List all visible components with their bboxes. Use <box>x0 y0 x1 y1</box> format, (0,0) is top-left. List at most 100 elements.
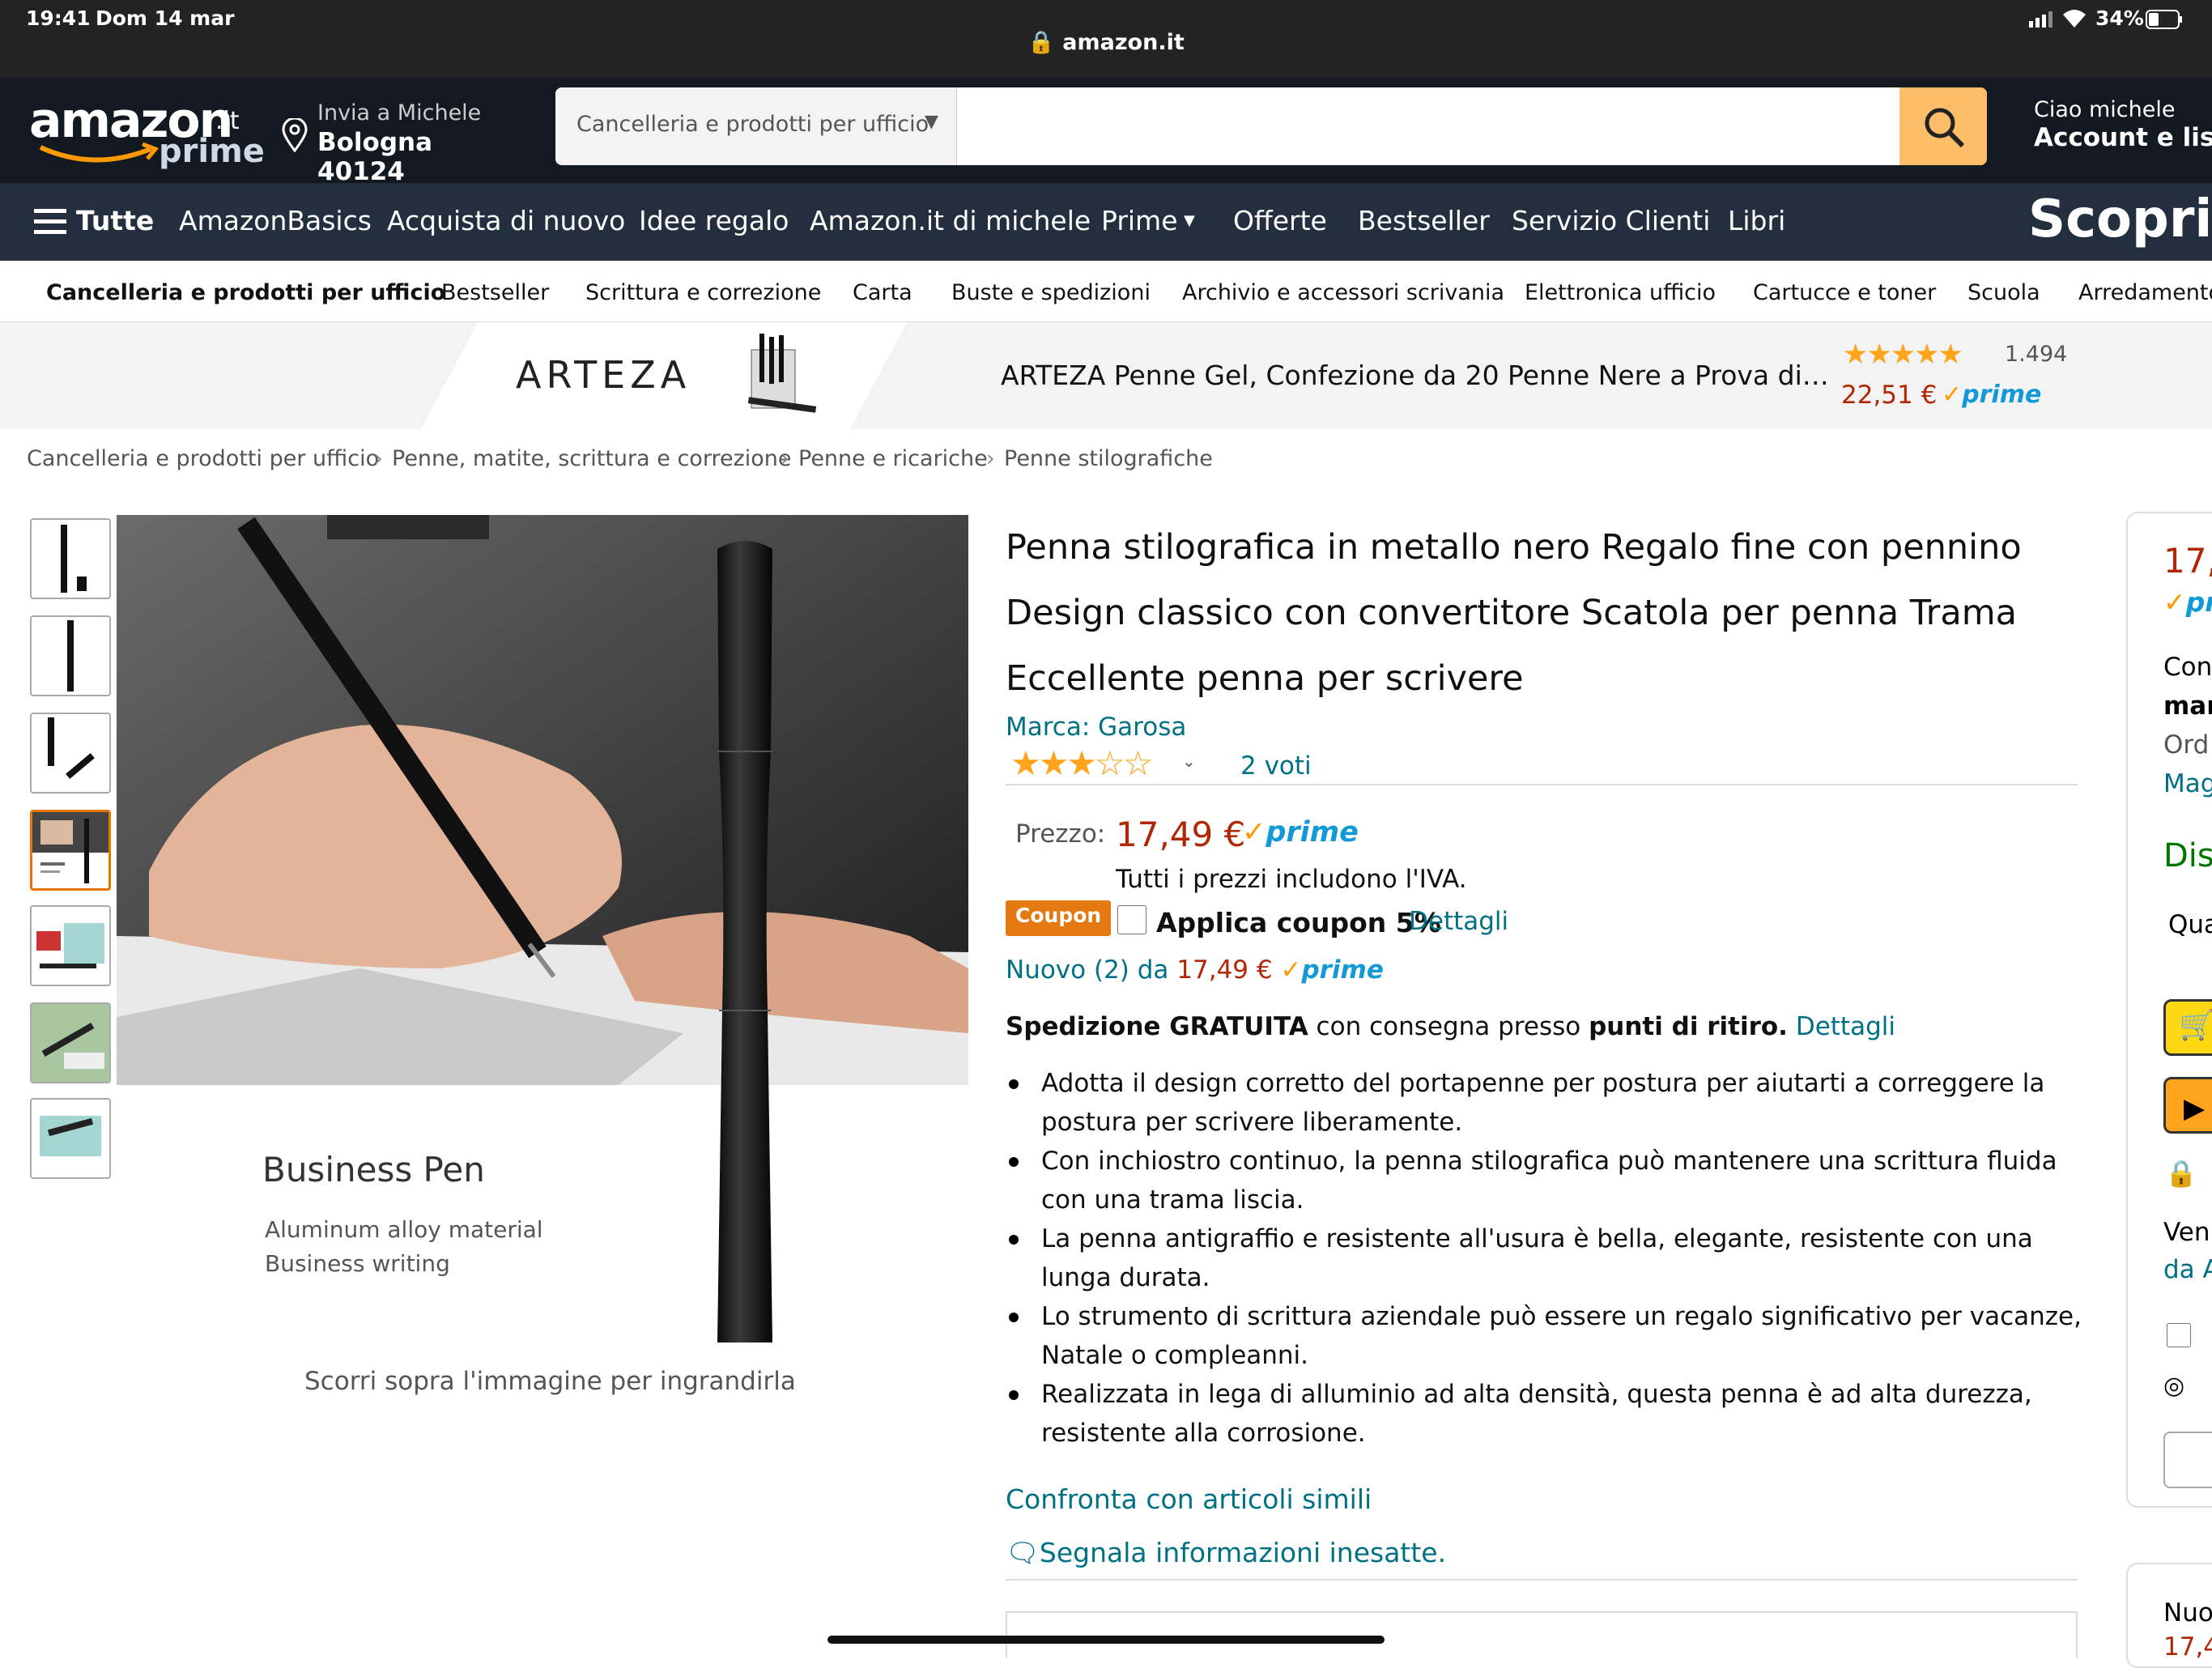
buy-now-button[interactable]: ▶ <box>2163 1077 2212 1134</box>
nav-prime[interactable]: Prime <box>1101 205 1178 236</box>
buybox-order-within: Ord <box>2163 730 2210 760</box>
product-rating-stars[interactable]: ★★★☆☆ <box>1010 743 1153 783</box>
subnav-electronics[interactable]: Elettronica ufficio <box>1525 280 1716 305</box>
subnav-bestseller[interactable]: Bestseller <box>441 280 549 305</box>
all-menu-button[interactable]: Tutte <box>32 183 154 261</box>
thumbnail[interactable] <box>30 905 111 986</box>
pen-thumbnail-image <box>48 717 95 779</box>
coupon-text: Applica coupon 5% <box>1156 907 1441 938</box>
report-label: Segnala informazioni inesatte. <box>1039 1537 1447 1568</box>
nav-customer-service[interactable]: Servizio Clienti <box>1512 205 1710 236</box>
deliver-to[interactable]: Invia a Michele Bologna 40124 <box>280 96 523 186</box>
product-title: Penna stilografica in metallo nero Regal… <box>1006 527 2022 699</box>
feature-text: Realizzata in lega di alluminio ad alta … <box>1041 1380 2032 1448</box>
play-icon: ▶ <box>2184 1092 2206 1125</box>
nav-books[interactable]: Libri <box>1728 205 1785 236</box>
shipping-details-link[interactable]: Dettagli <box>1796 1012 1895 1041</box>
cart-icon: 🛒 <box>2179 1009 2212 1042</box>
home-indicator[interactable] <box>827 1636 1385 1644</box>
feature-text: Lo strumento di scrittura aziendale può … <box>1041 1302 2082 1370</box>
search-category-dropdown[interactable]: Cancelleria e prodotti per ufficio ▼ <box>555 87 957 165</box>
battery-percent: 34% <box>2095 6 2144 30</box>
deliver-line1: Invia a Michele <box>317 100 482 126</box>
thumbnail[interactable] <box>30 713 111 794</box>
all-menu-label: Tutte <box>76 205 155 236</box>
ratings-count-link[interactable]: 2 voti <box>1240 751 1312 781</box>
url-text: amazon.it <box>1062 30 1185 55</box>
compare-link[interactable]: Confronta con articoli simili <box>1006 1483 1372 1515</box>
amazon-logo[interactable]: amazon .it prime <box>29 92 265 173</box>
prime-label: prime <box>1266 816 1359 849</box>
subnav-paper[interactable]: Carta <box>853 280 912 305</box>
breadcrumb-item[interactable]: Penne e ricariche <box>798 446 988 471</box>
location-pin-icon <box>282 118 308 152</box>
bullet-dot <box>1009 1313 1019 1322</box>
coupon-badge: Coupon <box>1006 900 1112 936</box>
coupon-details-link[interactable]: Dettagli <box>1409 907 1508 936</box>
product-price: 17,49 € <box>1116 815 1246 854</box>
buy-box: 17, ✓pr Con man Ord Mag Dis Qua 🛒 ▶ 🔒 Ve… <box>2126 512 2212 1508</box>
shipping-mid: con consegna presso <box>1308 1012 1589 1041</box>
nav-my-amazon[interactable]: Amazon.it di michele <box>810 205 1091 236</box>
feature-text: Con inchiostro continuo, la penna stilog… <box>1041 1147 2057 1215</box>
nav-amazonbasics[interactable]: AmazonBasics <box>179 205 372 236</box>
breadcrumb-item[interactable]: Penne, matite, scrittura e correzione <box>392 446 791 471</box>
feature-bullet: Lo strumento di scrittura aziendale può … <box>1006 1297 2082 1375</box>
chevron-down-icon[interactable]: ⌄ <box>1182 751 1196 771</box>
search-button[interactable] <box>1899 87 1987 165</box>
fountain-pen-image <box>717 541 772 1342</box>
prime-check-icon: ✓ <box>1942 381 1963 409</box>
thumbnail[interactable] <box>30 615 111 696</box>
add-to-list-button[interactable] <box>2163 1432 2212 1488</box>
vat-note: Tutti i prezzi includono l'IVA. <box>1116 865 1467 894</box>
report-link[interactable]: 🗨Segnala informazioni inesatte. <box>1006 1537 1446 1569</box>
nav-buy-again[interactable]: Acquista di nuovo <box>387 205 625 236</box>
feature-bullet: Adotta il design corretto del portapenne… <box>1006 1064 2082 1142</box>
coupon-checkbox[interactable] <box>1117 905 1146 934</box>
add-to-cart-button[interactable]: 🛒 <box>2163 999 2212 1056</box>
feature-text: La penna antigraffio e resistente all'us… <box>1041 1224 2033 1292</box>
shipping-free: Spedizione GRATUITA <box>1006 1012 1308 1041</box>
buybox-more-link[interactable]: Mag <box>2163 769 2212 798</box>
account-menu[interactable]: Ciao michele Account e liste <box>2034 97 2212 162</box>
prime-check-icon: ✓ <box>2163 586 2186 618</box>
pen-thumbnail-image <box>32 812 108 883</box>
quantity-select[interactable]: Qua <box>2168 910 2212 939</box>
signal-icon <box>2029 11 2055 31</box>
nav-bestseller[interactable]: Bestseller <box>1358 205 1490 236</box>
nav-promo[interactable]: Scopri t <box>2028 189 2212 249</box>
sponsored-banner[interactable]: ARTEZA ARTEZA Penne Gel, Confezione da 2… <box>0 322 2212 429</box>
url-bar[interactable]: 🔒 amazon.it <box>0 29 2212 55</box>
subnav-school[interactable]: Scuola <box>1967 280 2040 305</box>
ad-rating-count: 1.494 <box>2005 342 2068 367</box>
brand-link[interactable]: Marca: Garosa <box>1006 713 1186 742</box>
thumbnail[interactable] <box>30 518 111 599</box>
thumbnail[interactable] <box>30 1002 111 1083</box>
subnav-archive[interactable]: Archivio e accessori scrivania <box>1182 280 1504 305</box>
thumbnail-selected[interactable] <box>30 810 111 891</box>
nav-offers[interactable]: Offerte <box>1233 205 1327 236</box>
ad-price: 22,51 € <box>1841 381 1938 410</box>
nav-gift-ideas[interactable]: Idee regalo <box>639 205 789 236</box>
search-input[interactable] <box>957 87 1896 165</box>
breadcrumb-item[interactable]: Penne stilografiche <box>1004 446 1213 471</box>
shipping-pickup: punti di ritiro. <box>1589 1012 1788 1041</box>
main-product-image[interactable]: Business Pen Aluminum alloy material Bus… <box>117 515 968 1357</box>
prime-label: pr <box>2185 586 2212 618</box>
gift-checkbox[interactable] <box>2167 1323 2191 1347</box>
buybox-price: 17, <box>2163 541 2212 581</box>
search-bar: Cancelleria e prodotti per ufficio ▼ <box>555 87 1987 165</box>
subnav-envelopes[interactable]: Buste e spedizioni <box>951 280 1151 305</box>
logo-tld: .it <box>215 107 240 135</box>
location-pin-icon: ◎ <box>2163 1372 2185 1400</box>
amazon-header: amazon .it prime Invia a Michele Bologna… <box>0 78 2212 186</box>
subnav-furniture[interactable]: Arredamento <box>2078 280 2212 305</box>
buybox-seller-link[interactable]: da A <box>2163 1255 2212 1284</box>
thumbnail[interactable] <box>30 1098 111 1179</box>
subnav-cartridges[interactable]: Cartucce e toner <box>1753 280 1936 305</box>
subnav-writing[interactable]: Scrittura e correzione <box>585 280 821 305</box>
new-offers-link[interactable]: Nuovo (2) da 17,49 € ✓prime <box>1006 955 1384 985</box>
breadcrumb-item[interactable]: Cancelleria e prodotti per ufficio <box>27 446 379 471</box>
subnav-office[interactable]: Cancelleria e prodotti per ufficio <box>46 280 445 305</box>
battery-icon <box>2146 10 2183 32</box>
